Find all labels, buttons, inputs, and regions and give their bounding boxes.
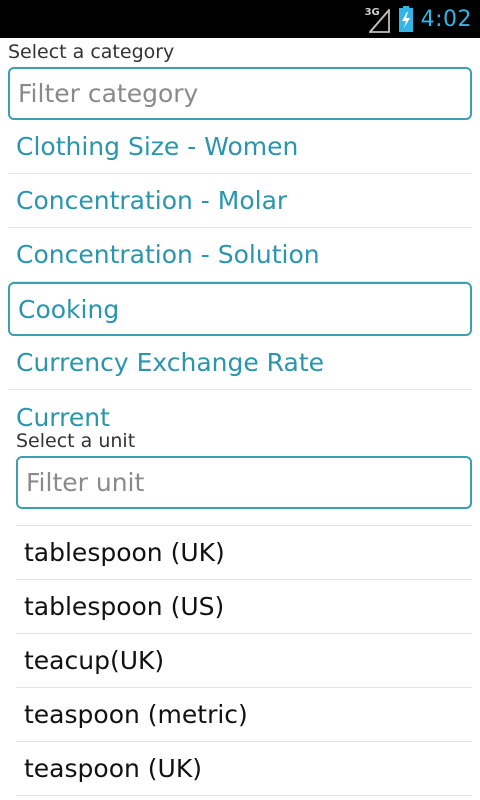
category-item-cooking[interactable]: Cooking	[8, 282, 472, 336]
category-list: Clothing Size - Women Concentration - Mo…	[8, 120, 472, 444]
status-icons: 3G 4:02	[365, 0, 472, 38]
unit-item-tablespoon-us[interactable]: tablespoon (US)	[16, 580, 472, 634]
category-item-clothing-size-women[interactable]: Clothing Size - Women	[8, 120, 472, 174]
unit-item-teaspoon-metric[interactable]: teaspoon (metric)	[16, 688, 472, 742]
main-content: Select a category Clothing Size - Women …	[0, 38, 480, 800]
battery-charging-icon	[398, 6, 413, 32]
status-clock: 4:02	[420, 6, 472, 32]
unit-item-teaspoon-uk[interactable]: teaspoon (UK)	[16, 742, 472, 796]
unit-item-teacup-uk[interactable]: teacup(UK)	[16, 634, 472, 688]
category-item-currency-exchange-rate[interactable]: Currency Exchange Rate	[8, 336, 472, 390]
category-filter-input[interactable]	[8, 67, 472, 120]
category-item-concentration-molar[interactable]: Concentration - Molar	[8, 174, 472, 228]
category-section-label: Select a category	[8, 41, 175, 63]
signal-3g-icon: 3G	[365, 5, 391, 33]
status-bar: 3G 4:02	[0, 0, 480, 38]
unit-item-tablespoon-uk[interactable]: tablespoon (UK)	[16, 526, 472, 580]
category-item-concentration-solution[interactable]: Concentration - Solution	[8, 228, 472, 282]
unit-filter-input[interactable]	[16, 456, 472, 509]
unit-list: tablespoon (UK) tablespoon (US) teacup(U…	[16, 525, 472, 796]
unit-section-label: Select a unit	[16, 430, 136, 452]
